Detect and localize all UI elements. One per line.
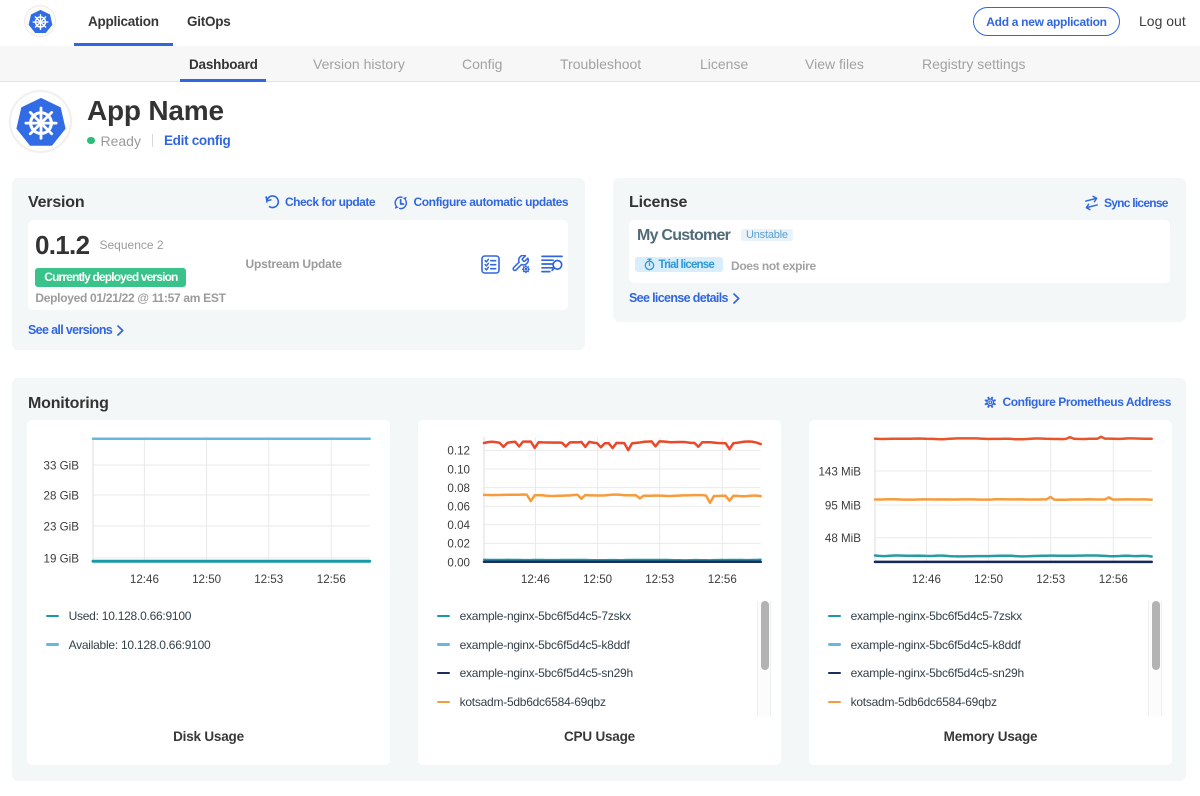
svg-text:12:50: 12:50 [974, 573, 1003, 586]
svg-text:12:46: 12:46 [130, 573, 159, 586]
svg-text:28 GiB: 28 GiB [44, 489, 80, 502]
svg-text:23 GiB: 23 GiB [44, 520, 80, 533]
svg-text:0.00: 0.00 [447, 556, 470, 569]
svg-text:12:53: 12:53 [1036, 573, 1065, 586]
svg-text:0.02: 0.02 [447, 538, 470, 551]
svg-text:33 GiB: 33 GiB [44, 459, 80, 472]
svg-text:143 MiB: 143 MiB [818, 465, 861, 478]
svg-text:19 GiB: 19 GiB [44, 552, 80, 565]
svg-text:0.12: 0.12 [447, 445, 470, 458]
svg-text:12:46: 12:46 [521, 573, 550, 586]
svg-text:0.08: 0.08 [447, 482, 470, 495]
svg-text:48 MiB: 48 MiB [825, 532, 861, 545]
svg-text:12:53: 12:53 [254, 573, 283, 586]
svg-text:12:56: 12:56 [1099, 573, 1128, 586]
svg-text:12:46: 12:46 [912, 573, 941, 586]
svg-text:12:50: 12:50 [192, 573, 221, 586]
svg-text:12:56: 12:56 [708, 573, 737, 586]
svg-text:12:56: 12:56 [317, 573, 346, 586]
svg-text:95 MiB: 95 MiB [825, 499, 861, 512]
svg-text:12:50: 12:50 [583, 573, 612, 586]
svg-text:0.04: 0.04 [447, 519, 470, 532]
svg-text:0.10: 0.10 [447, 463, 470, 476]
svg-text:12:53: 12:53 [645, 573, 674, 586]
svg-text:0.06: 0.06 [447, 501, 470, 514]
